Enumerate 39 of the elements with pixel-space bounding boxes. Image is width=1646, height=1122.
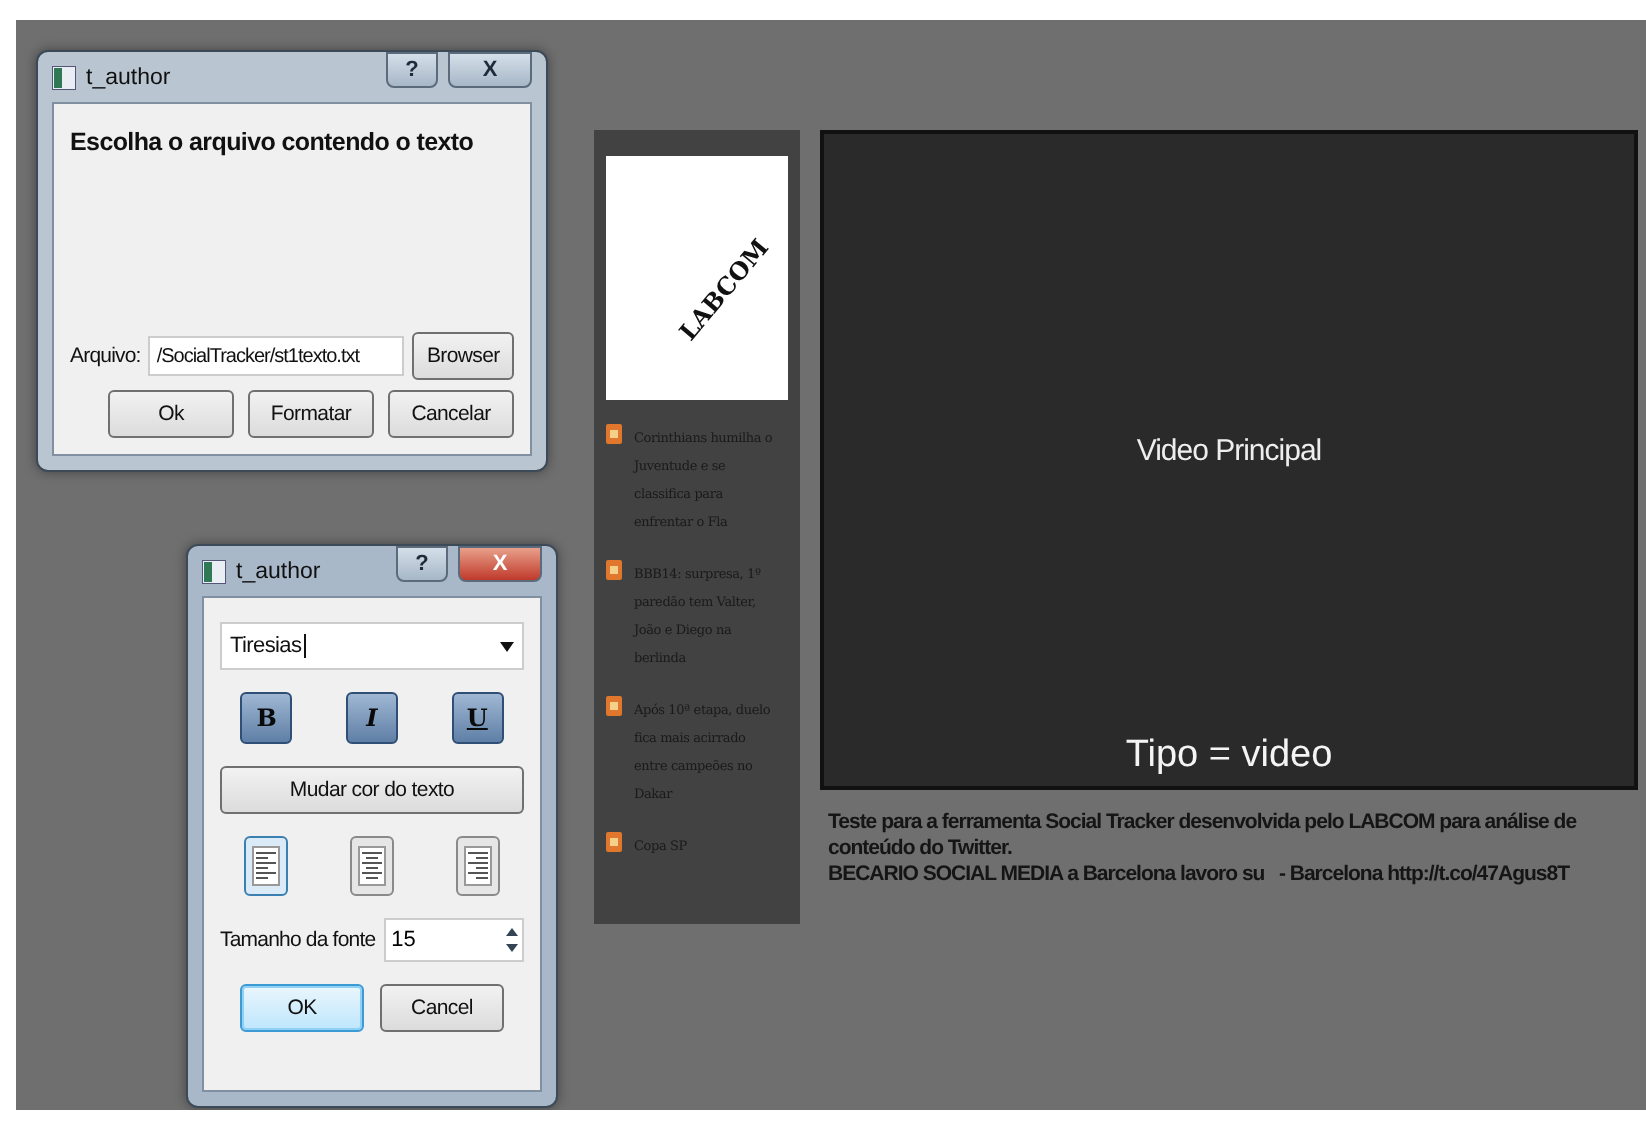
video-title: Video Principal <box>1136 434 1322 468</box>
style-toggle-button[interactable]: I <box>345 692 398 744</box>
text-color-button[interactable]: Mudar cor do texto <box>220 766 524 814</box>
close-button[interactable]: X <box>448 52 532 88</box>
type-label: Tipo = video <box>1125 734 1333 778</box>
help-button[interactable]: ? <box>396 546 448 582</box>
browse-button[interactable]: Browser <box>412 332 514 380</box>
description: Teste para a ferramenta Social Tracker desenvolvida pelo LABCOM para análise de conteúdo do Twitter. <box>828 810 1579 862</box>
video-player[interactable]: Video Principal Tipo = video <box>820 130 1638 790</box>
caret-icon <box>500 641 514 651</box>
feed-icon <box>606 696 622 716</box>
align-icon <box>357 846 386 886</box>
help-button[interactable]: ? <box>386 52 438 88</box>
feed-icon <box>606 560 622 580</box>
feed-icon <box>606 424 622 444</box>
dialog-button[interactable]: Cancel <box>380 984 504 1032</box>
feed-icon <box>606 832 622 852</box>
app-icon <box>52 65 76 89</box>
file-label: Arquivo: <box>70 344 141 368</box>
app-icon <box>202 559 226 583</box>
dialog-heading: Escolha o arquivo contendo o texto <box>70 128 476 156</box>
align-button[interactable] <box>349 836 394 896</box>
align-button[interactable] <box>244 836 289 896</box>
dialog-button[interactable]: OK <box>240 984 364 1032</box>
file-path-field[interactable]: /SocialTracker/st1texto.txt <box>148 336 405 376</box>
align-icon <box>463 846 492 886</box>
dialog-button[interactable]: Ok <box>108 390 234 438</box>
font-dropdown[interactable]: Tiresias <box>220 622 524 670</box>
style-toggle-button[interactable]: U <box>451 692 504 744</box>
dialog-button[interactable]: Formatar <box>248 390 374 438</box>
dialog-button[interactable]: Cancelar <box>388 390 514 438</box>
style-toggle-button[interactable]: B <box>240 692 293 744</box>
tweet-text: BECARIO SOCIAL MEDIA a Barcelona lavoro su - Barcelona http://t.co/47Agus8T <box>828 862 1572 888</box>
window-title: t_author <box>236 559 323 583</box>
align-button[interactable] <box>455 836 500 896</box>
font-size-spinbox[interactable]: 15 <box>383 918 524 962</box>
window-title: t_author <box>86 65 173 89</box>
font-size-label: Tamanho da fonte <box>220 928 376 952</box>
align-icon <box>252 846 281 886</box>
